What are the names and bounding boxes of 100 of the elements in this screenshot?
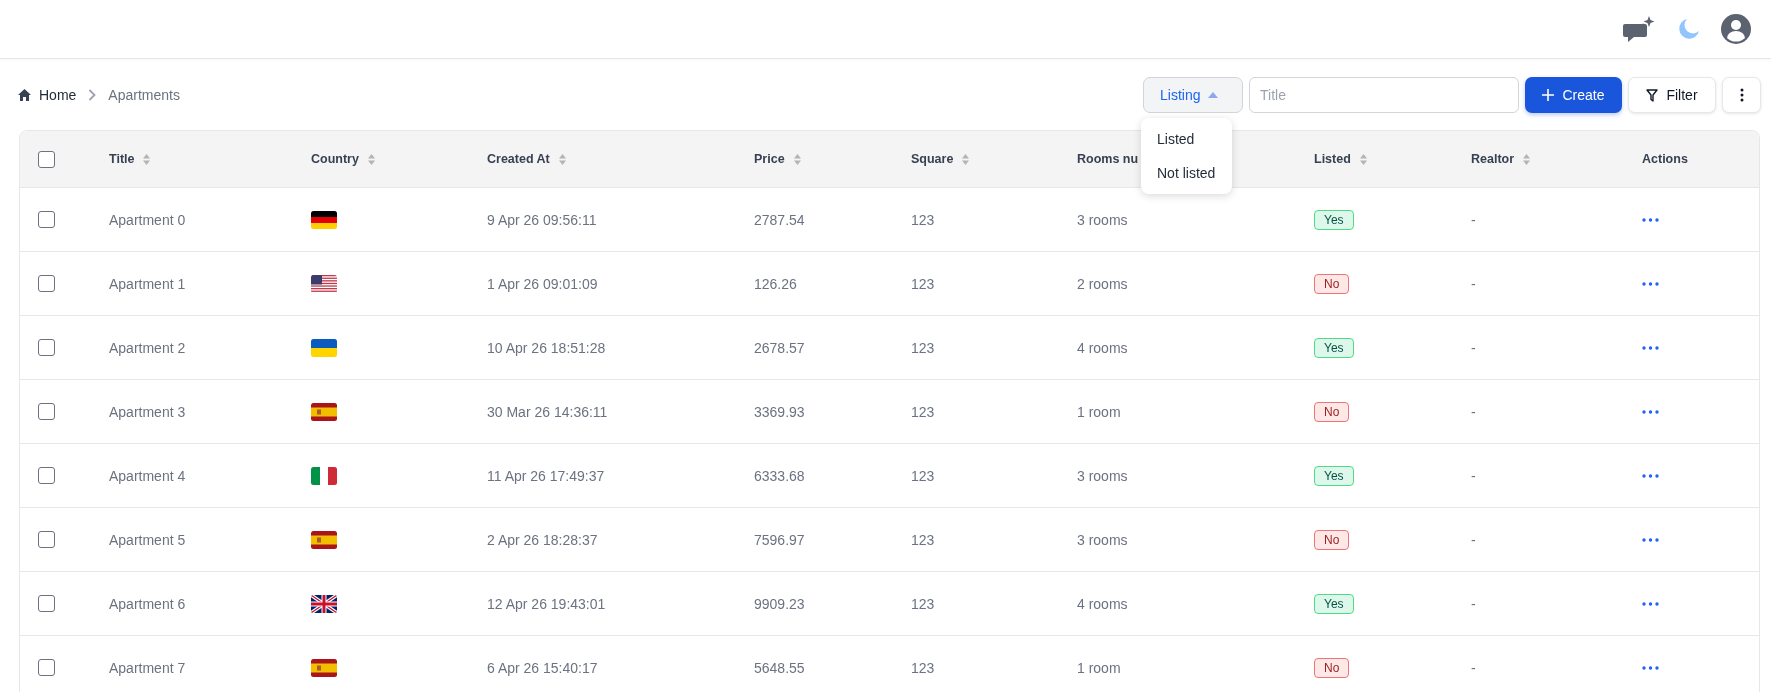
status-badge: No bbox=[1314, 401, 1350, 422]
table-cell: 5648.55 bbox=[754, 659, 805, 676]
table-cell: 9909.23 bbox=[754, 595, 805, 612]
horizontal-dots-icon bbox=[1642, 409, 1659, 414]
horizontal-dots-icon bbox=[1642, 217, 1659, 222]
horizontal-dots-icon bbox=[1642, 537, 1659, 542]
table-cell: 3369.93 bbox=[754, 403, 805, 420]
table-cell: 123 bbox=[911, 275, 935, 292]
breadcrumb-current: Apartments bbox=[108, 87, 180, 103]
status-badge: No bbox=[1314, 529, 1350, 550]
flag-icon bbox=[311, 274, 337, 293]
table-cell: 123 bbox=[911, 531, 935, 548]
table-cell: Apartment 2 bbox=[109, 339, 186, 356]
column-header[interactable]: Square bbox=[911, 152, 954, 166]
table-cell: Apartment 3 bbox=[109, 403, 186, 420]
flag-icon bbox=[311, 530, 337, 549]
table-cell: 12 Apr 26 19:43:01 bbox=[487, 595, 606, 612]
table-cell: - bbox=[1471, 211, 1476, 228]
table-cell: 2678.57 bbox=[754, 339, 805, 356]
row-checkbox[interactable] bbox=[38, 275, 55, 292]
table-cell: - bbox=[1471, 595, 1476, 612]
table-cell: 123 bbox=[911, 211, 935, 228]
table-cell: 4 rooms bbox=[1077, 595, 1128, 612]
funnel-icon bbox=[1646, 88, 1659, 102]
horizontal-dots-icon bbox=[1642, 473, 1659, 478]
horizontal-dots-icon bbox=[1642, 665, 1659, 670]
table-cell: Apartment 4 bbox=[109, 467, 186, 484]
column-header[interactable]: Realtor bbox=[1471, 152, 1515, 166]
column-header[interactable]: Country bbox=[311, 152, 359, 166]
column-header: Actions bbox=[1642, 152, 1688, 166]
table-cell: 7596.97 bbox=[754, 531, 805, 548]
column-header[interactable]: Listed bbox=[1314, 152, 1351, 166]
menu-item[interactable]: Listed bbox=[1141, 122, 1232, 156]
table-cell: 1 room bbox=[1077, 659, 1121, 676]
vertical-dots-icon bbox=[1739, 88, 1744, 102]
table-cell: 9 Apr 26 09:56:11 bbox=[487, 211, 597, 228]
table-cell: 126.26 bbox=[754, 275, 797, 292]
table-cell: 1 room bbox=[1077, 403, 1121, 420]
chat-sparkle-icon[interactable] bbox=[1623, 14, 1657, 44]
row-checkbox[interactable] bbox=[38, 467, 55, 484]
row-checkbox[interactable] bbox=[38, 531, 55, 548]
table-cell: 3 rooms bbox=[1077, 467, 1128, 484]
table-cell: 2 rooms bbox=[1077, 275, 1128, 292]
table-cell: 3 rooms bbox=[1077, 211, 1128, 228]
create-button[interactable]: Create bbox=[1525, 77, 1622, 113]
flag-icon bbox=[311, 658, 337, 677]
plus-icon bbox=[1542, 89, 1555, 101]
row-checkbox[interactable] bbox=[38, 403, 55, 420]
row-checkbox[interactable] bbox=[38, 659, 55, 676]
table-cell: Apartment 1 bbox=[109, 275, 186, 292]
horizontal-dots-icon bbox=[1642, 601, 1659, 606]
column-header[interactable]: Title bbox=[109, 152, 135, 166]
table-cell: 3 rooms bbox=[1077, 531, 1128, 548]
status-badge: Yes bbox=[1314, 593, 1354, 614]
table-cell: 6333.68 bbox=[754, 467, 805, 484]
status-badge: Yes bbox=[1314, 209, 1354, 230]
chevron-right-icon bbox=[88, 89, 97, 101]
home-link[interactable]: Home bbox=[18, 87, 77, 103]
row-checkbox[interactable] bbox=[38, 211, 55, 228]
user-avatar-icon[interactable] bbox=[1721, 14, 1751, 44]
table-cell: Apartment 0 bbox=[109, 211, 186, 228]
menu-item[interactable]: Not listed bbox=[1141, 156, 1232, 190]
filter-button[interactable]: Filter bbox=[1628, 77, 1716, 113]
flag-icon bbox=[311, 402, 337, 421]
column-header: Rooms nu bbox=[1077, 152, 1139, 166]
table-cell: 123 bbox=[911, 467, 935, 484]
table-cell: - bbox=[1471, 403, 1476, 420]
listing-dropdown[interactable]: Listing bbox=[1143, 77, 1243, 113]
table-cell: - bbox=[1471, 275, 1476, 292]
table-cell: - bbox=[1471, 531, 1476, 548]
table-cell: 123 bbox=[911, 403, 935, 420]
table-cell: 123 bbox=[911, 659, 935, 676]
flag-icon bbox=[311, 466, 337, 485]
table-cell: Apartment 7 bbox=[109, 659, 186, 676]
select-all-checkbox[interactable] bbox=[38, 150, 55, 168]
status-badge: Yes bbox=[1314, 337, 1354, 358]
row-checkbox[interactable] bbox=[38, 339, 55, 356]
column-header[interactable]: Created At bbox=[487, 152, 550, 166]
row-checkbox[interactable] bbox=[38, 595, 55, 612]
status-badge: Yes bbox=[1314, 465, 1354, 486]
table-cell: 123 bbox=[911, 595, 935, 612]
column-header[interactable]: Price bbox=[754, 152, 785, 166]
table-cell: Apartment 6 bbox=[109, 595, 186, 612]
table-cell: 30 Mar 26 14:36:11 bbox=[487, 403, 608, 420]
table-cell: 4 rooms bbox=[1077, 339, 1128, 356]
flag-icon bbox=[311, 210, 337, 229]
horizontal-dots-icon bbox=[1642, 281, 1659, 286]
table-cell: - bbox=[1471, 339, 1476, 356]
flag-icon bbox=[311, 594, 337, 613]
table-cell: 1 Apr 26 09:01:09 bbox=[487, 275, 598, 292]
table-cell: 2787.54 bbox=[754, 211, 805, 228]
status-badge: No bbox=[1314, 273, 1350, 294]
search-field[interactable]: Title bbox=[1249, 77, 1519, 113]
table-cell: 123 bbox=[911, 339, 935, 356]
home-icon bbox=[18, 89, 31, 101]
table-cell: Apartment 5 bbox=[109, 531, 186, 548]
table-cell: 11 Apr 26 17:49:37 bbox=[487, 467, 605, 484]
table-cell: - bbox=[1471, 659, 1476, 676]
flag-icon bbox=[311, 338, 337, 357]
table-cell: 2 Apr 26 18:28:37 bbox=[487, 531, 598, 548]
